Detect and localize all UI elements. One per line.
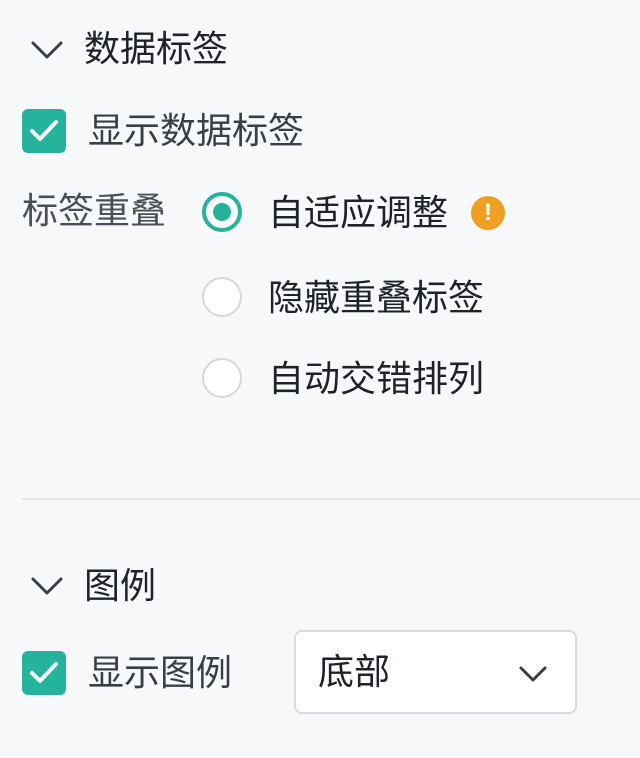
radio-hide-overlap[interactable]: [202, 277, 242, 317]
radio-adaptive-adjust[interactable]: [202, 192, 242, 232]
data-labels-section-header[interactable]: 数据标签: [0, 0, 640, 100]
legend-position-select[interactable]: 底部: [294, 630, 577, 714]
show-legend-checkbox[interactable]: [22, 651, 66, 695]
chevron-down-icon[interactable]: [30, 576, 64, 596]
radio-hide-overlap-label[interactable]: 隐藏重叠标签: [268, 279, 484, 319]
show-data-labels-label[interactable]: 显示数据标签: [88, 112, 304, 152]
checkmark-icon: [30, 662, 58, 683]
radio-auto-stagger-label[interactable]: 自动交错排列: [268, 360, 484, 400]
warning-icon[interactable]: !: [471, 196, 505, 230]
legend-section-header[interactable]: 图例: [0, 550, 640, 626]
chevron-down-icon: [519, 666, 547, 682]
chevron-down-icon[interactable]: [30, 40, 64, 60]
show-legend-label[interactable]: 显示图例: [88, 654, 232, 694]
checkmark-icon: [30, 120, 58, 141]
radio-adaptive-adjust-label[interactable]: 自适应调整: [268, 194, 448, 234]
legend-position-value: 底部: [318, 652, 391, 693]
show-data-labels-checkbox[interactable]: [22, 109, 66, 153]
legend-section-title: 图例: [84, 566, 157, 607]
section-divider: [22, 498, 640, 500]
radio-auto-stagger[interactable]: [202, 358, 242, 398]
chart-settings-panel: 数据标签 显示数据标签 标签重叠 自适应调整 ! 隐藏重叠标签 自动交错排列 图…: [0, 0, 640, 758]
label-overlap-label: 标签重叠: [22, 191, 167, 232]
data-labels-section-title: 数据标签: [84, 29, 229, 70]
